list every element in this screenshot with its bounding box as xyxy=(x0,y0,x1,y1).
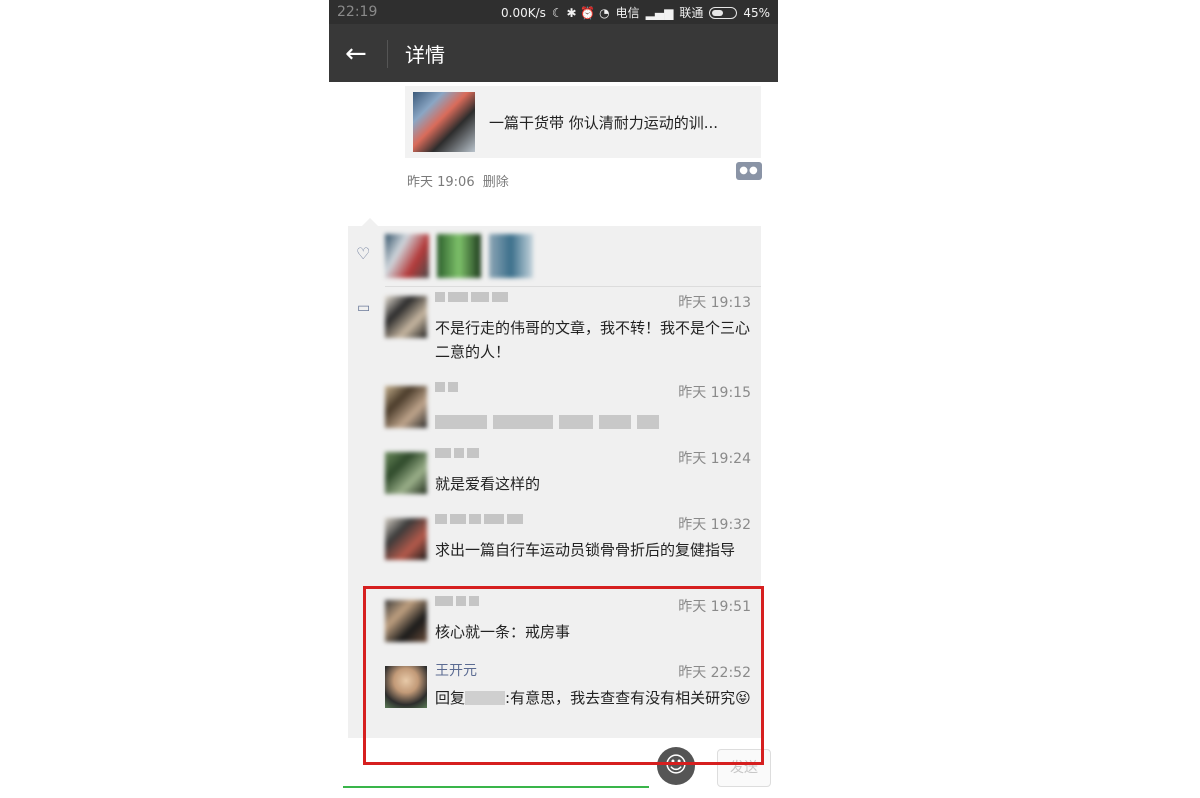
battery-percent: 45% xyxy=(743,5,770,20)
comment-input[interactable] xyxy=(343,786,649,788)
avatar[interactable] xyxy=(385,452,427,494)
commenter-name[interactable] xyxy=(435,382,458,398)
carrier-1: 电信 xyxy=(615,6,640,20)
divider xyxy=(387,40,388,68)
post-time: 昨天 19:06 xyxy=(407,175,475,190)
post-meta: 昨天 19:06 删除 xyxy=(407,171,509,190)
battery-icon xyxy=(709,6,738,19)
avatar[interactable] xyxy=(385,518,427,560)
heart-icon: ♡ xyxy=(356,244,371,263)
comment-time: 昨天 19:13 xyxy=(678,295,751,311)
avatar[interactable] xyxy=(385,386,427,428)
comment-text: 就是爱看这样的 xyxy=(435,475,541,493)
article-thumbnail xyxy=(413,92,475,152)
commenter-name[interactable] xyxy=(435,514,523,530)
highlight-box xyxy=(363,586,764,765)
comment-text: 不是行走的伟哥的文章，我不转！我不是个三心二意的人！ xyxy=(435,319,751,361)
arrow-left-icon[interactable]: ← xyxy=(345,40,373,68)
comment-time: 昨天 19:15 xyxy=(678,385,751,401)
avatar[interactable] xyxy=(385,296,427,338)
commenter-name[interactable] xyxy=(435,448,479,464)
likes-avatars xyxy=(385,234,533,278)
avatar[interactable] xyxy=(437,234,481,278)
comment-more-icon[interactable]: ●● xyxy=(736,162,762,180)
network-speed: 0.00K/s xyxy=(501,5,546,20)
comment-time: 昨天 19:32 xyxy=(678,517,751,533)
status-bar: 22:19 0.00K/s ☾ ✱ ⏰ ◔ 电信 ▂▄▆ 联通 45% xyxy=(329,0,778,24)
avatar[interactable] xyxy=(489,234,533,278)
page-title: 详情 xyxy=(405,43,445,67)
divider xyxy=(385,286,761,287)
comment-text: 求出一篇自行车运动员锁骨骨折后的复健指导 xyxy=(435,541,736,559)
comment-time: 昨天 19:24 xyxy=(678,451,751,467)
app-bar: ← 详情 xyxy=(329,24,778,82)
comment-icon: ▭ xyxy=(357,300,371,316)
signal-icon: ▂▄▆ xyxy=(645,5,674,20)
commenter-name[interactable] xyxy=(435,292,508,308)
avatar[interactable] xyxy=(385,234,429,278)
signal-icons: ☾ ✱ ⏰ ◔ xyxy=(551,5,610,20)
comment-text-blurred xyxy=(435,412,755,432)
article-title: 一篇干货带 你认清耐力运动的训... xyxy=(489,114,719,132)
article-card[interactable]: 一篇干货带 你认清耐力运动的训... xyxy=(405,86,761,158)
status-right: 0.00K/s ☾ ✱ ⏰ ◔ 电信 ▂▄▆ 联通 45% xyxy=(501,4,770,21)
carrier-2: 联通 xyxy=(679,6,704,20)
delete-link[interactable]: 删除 xyxy=(483,175,509,190)
